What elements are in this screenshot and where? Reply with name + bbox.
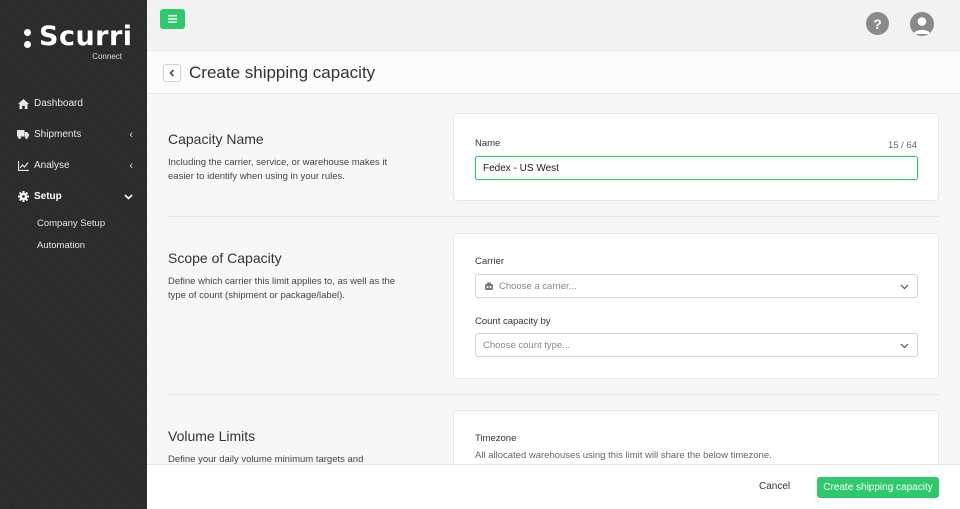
timezone-label: Timezone <box>475 433 517 444</box>
user-icon <box>913 17 931 34</box>
count-label: Count capacity by <box>475 316 551 327</box>
sidebar-item-setup[interactable]: Setup <box>0 181 147 212</box>
scurri-logo[interactable]: Scurri Connect <box>24 21 132 64</box>
logo-dots <box>24 29 34 53</box>
sidebar-item-shipments[interactable]: Shipments ‹ <box>0 119 147 150</box>
capacity-name-card: Name 15 / 64 <box>453 113 939 201</box>
chevron-down-icon <box>900 341 909 352</box>
section-intro: Scope of Capacity Define which carrier t… <box>168 250 408 303</box>
carrier-placeholder-icon <box>483 281 494 292</box>
section-description: Define which carrier this limit applies … <box>168 276 396 301</box>
sidebar-nav: Dashboard Shipments ‹ Analyse ‹ Setup Co… <box>0 88 147 256</box>
section-description: Define your daily volume minimum targets… <box>168 454 364 464</box>
page-title: Create shipping capacity <box>189 63 376 82</box>
count-placeholder: Choose count type... <box>483 339 571 351</box>
carrier-label: Carrier <box>475 256 505 267</box>
carrier-placeholder: Choose a carrier... <box>499 280 577 292</box>
gear-icon <box>17 191 29 203</box>
chevron-left-icon: ‹ <box>129 160 133 172</box>
chevron-left-icon <box>169 69 174 77</box>
sidebar-item-dashboard[interactable]: Dashboard <box>0 88 147 119</box>
sidebar: Scurri Connect Dashboard Shipments ‹ Ana… <box>0 0 147 509</box>
sidebar-item-label: Shipments <box>34 129 82 140</box>
cancel-button[interactable]: Cancel <box>759 481 790 492</box>
sidebar-subitem-company-setup[interactable]: Company Setup <box>0 212 147 234</box>
back-button[interactable] <box>163 64 181 82</box>
logo-wordmark: Scurri <box>39 21 133 52</box>
main-content[interactable]: Capacity Name Including the carrier, ser… <box>147 95 960 464</box>
truck-icon <box>17 129 29 141</box>
section-title: Capacity Name <box>168 131 264 147</box>
form-footer: Cancel Create shipping capacity <box>147 464 960 509</box>
chevron-left-icon: ‹ <box>129 129 133 141</box>
sidebar-item-label: Dashboard <box>34 98 83 109</box>
character-counter: 15 / 64 <box>887 140 917 151</box>
sidebar-item-label: Analyse <box>34 160 70 171</box>
chevron-down-icon <box>124 191 133 203</box>
section-intro: Capacity Name Including the carrier, ser… <box>168 131 408 184</box>
create-capacity-button[interactable]: Create shipping capacity <box>817 477 939 498</box>
name-label: Name <box>475 138 501 149</box>
chevron-down-icon <box>900 282 909 293</box>
section-title: Volume Limits <box>168 428 256 444</box>
capacity-name-section: Capacity Name Including the carrier, ser… <box>147 95 960 216</box>
hamburger-icon <box>168 15 177 23</box>
chart-icon <box>17 160 29 172</box>
menu-toggle-button[interactable] <box>160 9 185 29</box>
count-type-select[interactable]: Choose count type... <box>475 333 918 357</box>
name-input[interactable] <box>475 156 918 180</box>
timezone-hint: All allocated warehouses using this limi… <box>475 450 772 461</box>
volume-limits-card: Timezone All allocated warehouses using … <box>453 410 939 464</box>
user-avatar-button[interactable] <box>910 12 934 36</box>
home-icon <box>17 98 29 110</box>
page-header: Create shipping capacity <box>147 50 960 94</box>
sidebar-subitem-automation[interactable]: Automation <box>0 234 147 256</box>
carrier-select[interactable]: Choose a carrier... <box>475 274 918 298</box>
scope-section: Scope of Capacity Define which carrier t… <box>147 217 960 395</box>
logo-tagline: Connect <box>92 52 122 61</box>
sidebar-item-analyse[interactable]: Analyse ‹ <box>0 150 147 181</box>
section-intro: Volume Limits Define your daily volume m… <box>168 428 408 464</box>
topbar: ? <box>147 0 960 50</box>
section-description: Including the carrier, service, or wareh… <box>168 157 388 182</box>
help-button[interactable]: ? <box>866 12 889 35</box>
section-title: Scope of Capacity <box>168 250 282 266</box>
sidebar-item-label: Setup <box>34 191 62 202</box>
volume-limits-section: Volume Limits Define your daily volume m… <box>147 395 960 464</box>
scope-card: Carrier Choose a carrier... Count capaci… <box>453 233 939 379</box>
